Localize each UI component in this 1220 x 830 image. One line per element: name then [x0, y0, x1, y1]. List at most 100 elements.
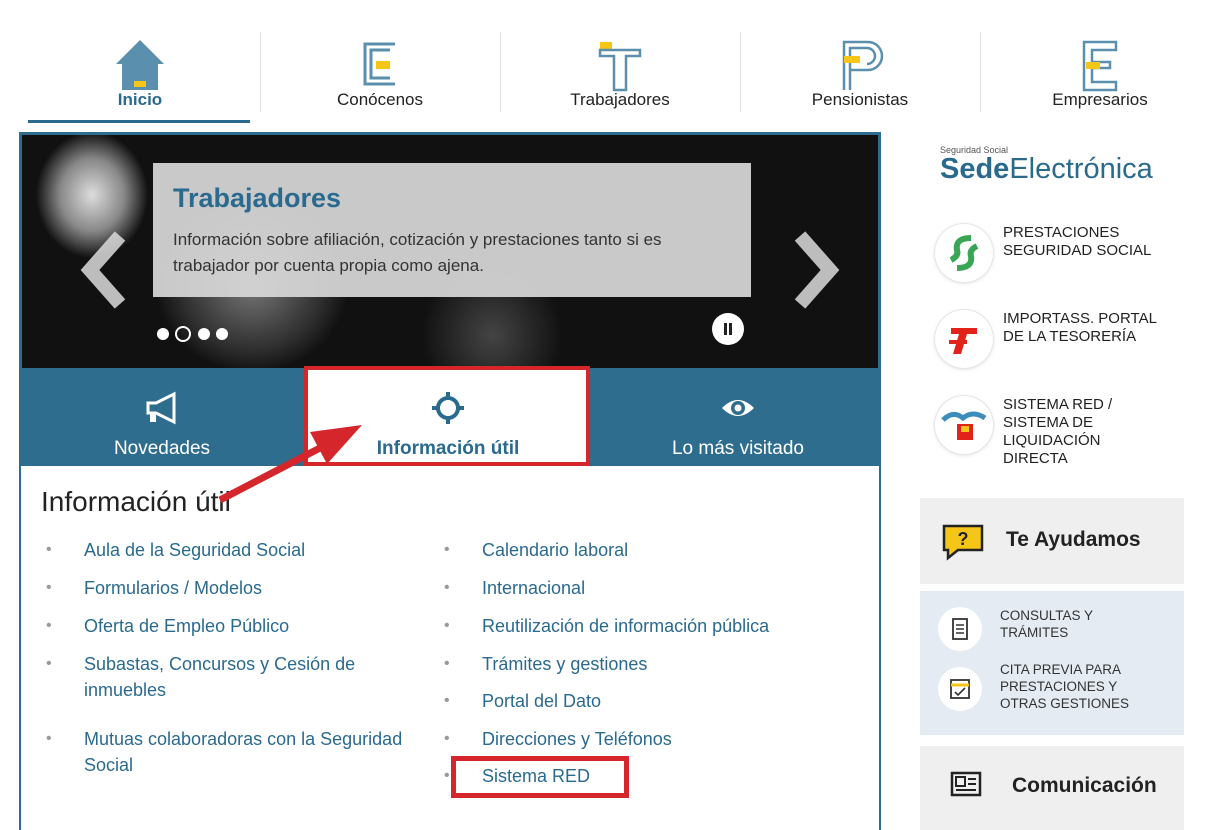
nav-label: Pensionistas [811, 90, 909, 109]
bullet: • [46, 541, 52, 558]
carousel-next-icon[interactable] [790, 230, 840, 310]
line: IMPORTASS. PORTAL [1003, 310, 1157, 327]
list-item[interactable]: • Portal del Dato [444, 688, 862, 714]
bullet: • [444, 655, 450, 672]
list-item[interactable]: • Mutuas colaboradoras con la Seguridad S… [46, 726, 424, 778]
tab-novedades[interactable]: Novedades [19, 368, 305, 466]
bullet: • [444, 730, 450, 747]
line: OTRAS GESTIONES [1000, 696, 1130, 711]
letter-p-icon [842, 40, 884, 90]
link-text: CITA PREVIA PARA PRESTACIONES Y OTRAS GE… [1000, 661, 1129, 712]
nav-item-trabajadores[interactable]: Trabajadores [500, 20, 740, 120]
document-icon [938, 607, 982, 651]
link[interactable]: Portal del Dato [482, 691, 601, 711]
nav-item-conocenos[interactable]: Conócenos [260, 20, 500, 120]
nav-item-pensionistas[interactable]: Pensionistas [740, 20, 980, 120]
link-text: SISTEMA RED / SISTEMA DE LIQUIDACIÓN DIR… [1003, 396, 1112, 468]
carousel-prev-icon[interactable] [80, 230, 130, 310]
link-text: CONSULTAS Y TRÁMITES [1000, 607, 1093, 641]
list-item[interactable]: • Oferta de Empleo Público [46, 613, 414, 639]
link[interactable]: Trámites y gestiones [482, 654, 647, 674]
nav-label: Inicio [117, 90, 163, 109]
bullet: • [444, 767, 450, 784]
nav-item-inicio[interactable]: Inicio [20, 20, 260, 120]
link-importass[interactable]: IMPORTASS. PORTAL DE LA TESORERÍA [935, 310, 1195, 372]
bullet: • [444, 692, 450, 709]
link-consultas-tramites[interactable]: CONSULTAS Y TRÁMITES [938, 607, 1178, 651]
info-panel: Información útil • Aula de la Seguridad S… [19, 466, 881, 830]
line: SISTEMA DE [1003, 414, 1094, 431]
list-item[interactable]: • Trámites y gestiones [444, 651, 862, 677]
list-item[interactable]: • Internacional [444, 575, 862, 601]
megaphone-icon [146, 391, 176, 425]
eye-icon [722, 400, 754, 416]
highlight-box-tab [304, 366, 590, 466]
tab-lo-mas-visitado[interactable]: Lo más visitado [595, 368, 881, 466]
pause-icon[interactable] [712, 313, 744, 345]
help-links: CONSULTAS Y TRÁMITES CITA PREVIA PARA PR… [920, 591, 1184, 735]
line: CITA PREVIA PARA [1000, 662, 1122, 677]
bullet: • [46, 730, 52, 747]
list-item[interactable]: • Reutilización de información pública [444, 613, 862, 639]
link[interactable]: Subastas, Concursos y Cesión de inmueble… [84, 654, 355, 700]
sede-light: Electrónica [1009, 153, 1153, 185]
nav-label: Conócenos [336, 90, 423, 109]
link[interactable]: Oferta de Empleo Público [84, 616, 289, 636]
line: DE LA TESORERÍA [1003, 328, 1137, 345]
highlight-box-sistema-red [451, 756, 629, 798]
home-icon [116, 40, 164, 90]
help-title: Te Ayudamos [1006, 528, 1141, 551]
list-item[interactable]: • Subastas, Concursos y Cesión de inmuebl… [46, 651, 384, 703]
carousel-title[interactable]: Trabajadores [173, 183, 341, 214]
bullet: • [46, 655, 52, 672]
line: TRÁMITES [1000, 625, 1069, 640]
bullet: • [46, 617, 52, 634]
help-bubble-icon: ? [942, 524, 984, 561]
line: PRESTACIONES Y [1000, 679, 1118, 694]
active-tab-indicator [28, 120, 250, 123]
link[interactable]: Reutilización de información pública [482, 616, 769, 636]
te-ayudamos-header[interactable]: ? Te Ayudamos [920, 498, 1184, 584]
calendar-icon [938, 667, 982, 711]
letter-t-icon [598, 42, 642, 92]
bullet: • [444, 541, 450, 558]
sede-bold: Sede [940, 153, 1010, 185]
link[interactable]: Direcciones y Teléfonos [482, 729, 672, 749]
prestaciones-logo-icon [935, 224, 993, 282]
link[interactable]: Mutuas colaboradoras con la Seguridad So… [84, 729, 402, 775]
line: DIRECTA [1003, 450, 1068, 467]
carousel-dot[interactable] [216, 327, 229, 340]
nav-item-empresarios[interactable]: Empresarios [980, 20, 1220, 120]
sede-title: SedeElectrónica [940, 153, 1153, 186]
line: SEGURIDAD SOCIAL [1003, 242, 1152, 259]
sistema-red-logo-icon [935, 396, 993, 454]
importass-logo-icon [935, 310, 993, 368]
hero-carousel: Trabajadores Información sobre afiliació… [19, 132, 881, 368]
link[interactable]: Internacional [482, 578, 585, 598]
main-navigation: Inicio Conócenos Trabajadores Pensionist… [20, 20, 1200, 125]
link-cita-previa[interactable]: CITA PREVIA PARA PRESTACIONES Y OTRAS GE… [938, 661, 1178, 721]
sede-electronica-logo[interactable]: Seguridad Social SedeElectrónica [940, 145, 1153, 186]
link-prestaciones[interactable]: PRESTACIONES SEGURIDAD SOCIAL [935, 224, 1195, 286]
list-item[interactable]: • Formularios / Modelos [46, 575, 414, 601]
letter-c-icon [363, 42, 395, 86]
bullet: • [46, 579, 52, 596]
section-heading: Información útil [41, 486, 231, 517]
list-item[interactable]: • Direcciones y Teléfonos [444, 726, 862, 752]
tab-label: Lo más visitado [671, 438, 804, 459]
comunicacion-header[interactable]: Comunicación [920, 746, 1184, 830]
list-item[interactable]: • Calendario laboral [444, 537, 862, 563]
link[interactable]: Formularios / Modelos [84, 578, 262, 598]
newspaper-icon [950, 771, 982, 797]
link[interactable]: Calendario laboral [482, 540, 628, 560]
carousel-caption[interactable]: Trabajadores Información sobre afiliació… [153, 163, 751, 297]
carousel-dots [157, 325, 230, 345]
comm-title: Comunicación [1012, 774, 1157, 797]
link-sistema-red-sidebar[interactable]: SISTEMA RED / SISTEMA DE LIQUIDACIÓN DIR… [935, 396, 1195, 478]
carousel-dot-active[interactable] [175, 325, 192, 342]
carousel-dot[interactable] [157, 327, 169, 340]
carousel-dot[interactable] [197, 327, 210, 340]
link[interactable]: Aula de la Seguridad Social [84, 540, 305, 560]
list-item[interactable]: • Aula de la Seguridad Social [46, 537, 414, 563]
line: SISTEMA RED / [1003, 396, 1113, 413]
